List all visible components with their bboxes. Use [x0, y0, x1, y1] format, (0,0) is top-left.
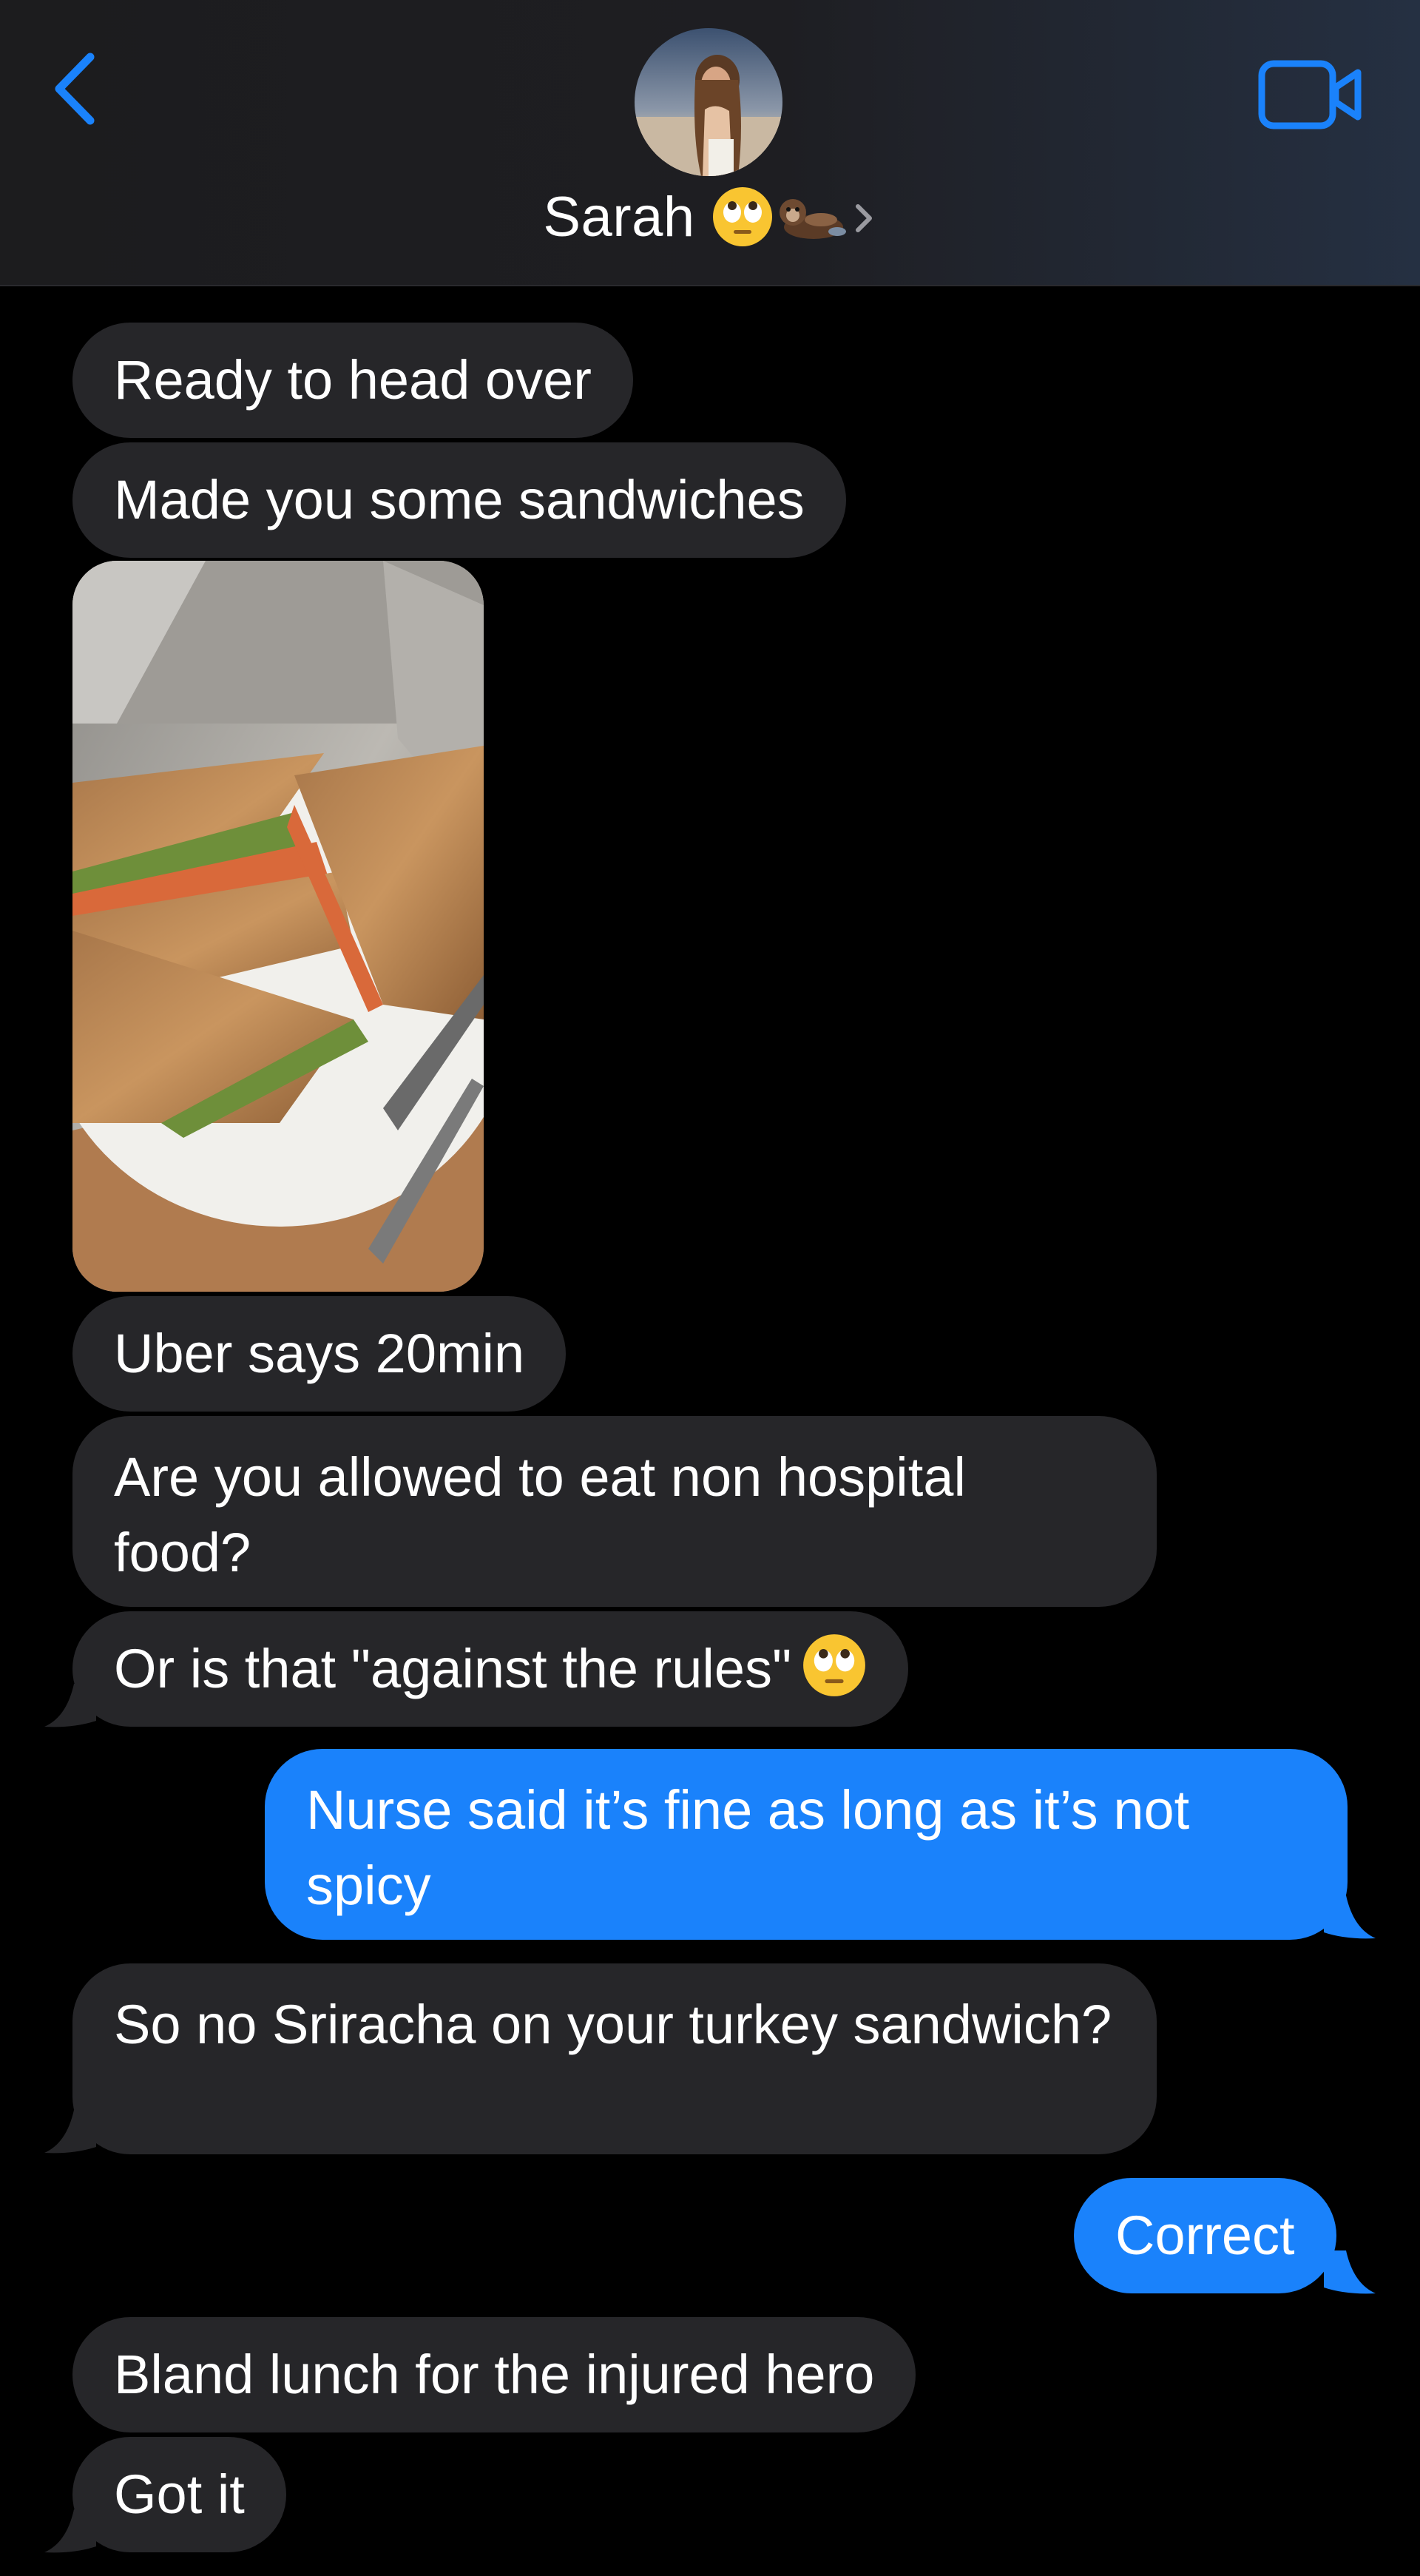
otter-emoji-icon [777, 186, 848, 248]
sandwich-photo[interactable] [72, 561, 484, 1292]
avatar[interactable] [635, 28, 782, 176]
message-text: Correct [1115, 2205, 1295, 2266]
message-text: Are you allowed to eat non hospital food… [114, 1446, 966, 1583]
message-bubble-outgoing[interactable]: Nurse said it’s fine as long as it’s not… [265, 1749, 1348, 1940]
message-text: Ready to head over [114, 349, 592, 411]
message-bubble-incoming[interactable]: Bland lunch for the injured hero [72, 2317, 916, 2432]
message-bubble-incoming[interactable]: Got it [72, 2437, 286, 2552]
contact-name: Sarah [543, 185, 695, 249]
message-bubble-incoming[interactable]: Are you allowed to eat non hospital food… [72, 1416, 1157, 1607]
rolling-eyes-emoji-icon [802, 1622, 867, 1737]
chevron-right-icon [851, 195, 877, 239]
message-bubble-incoming[interactable]: Or is that "against the rules" [72, 1611, 909, 1727]
message-bubble-outgoing[interactable]: Correct [1074, 2178, 1336, 2293]
message-text: Nurse said it’s fine as long as it’s not… [306, 1779, 1190, 1916]
message-text: Got it [114, 2464, 245, 2525]
message-text: So no Sriracha on your turkey sandwich? [114, 1994, 1112, 2055]
message-text: Or is that "against the rules" [114, 1638, 792, 1699]
message-bubble-incoming[interactable]: Made you some sandwiches [72, 442, 846, 558]
conversation-header: Sarah [0, 0, 1420, 286]
rolling-eyes-emoji-icon [711, 186, 774, 248]
chevron-left-icon [55, 53, 95, 125]
contact-name-row[interactable]: Sarah [0, 176, 1420, 257]
outgoing-bubble-tail [1324, 1895, 1376, 1939]
incoming-bubble-tail [44, 2110, 96, 2154]
video-call-button[interactable] [1257, 58, 1365, 132]
message-text: Made you some sandwiches [114, 469, 805, 530]
message-text: Uber says 20min [114, 1323, 525, 1384]
message-text: Bland lunch for the injured hero [114, 2344, 875, 2405]
incoming-bubble-tail [44, 1684, 96, 1727]
outgoing-bubble-tail [1324, 2250, 1376, 2294]
video-camera-icon [1258, 60, 1362, 129]
back-button[interactable] [37, 41, 118, 137]
incoming-bubble-tail [44, 2509, 96, 2553]
message-bubble-incoming[interactable]: Uber says 20min [72, 1296, 567, 1412]
message-bubble-incoming[interactable]: Ready to head over [72, 323, 633, 438]
message-bubble-incoming[interactable]: So no Sriracha on your turkey sandwich? [72, 1963, 1157, 2154]
